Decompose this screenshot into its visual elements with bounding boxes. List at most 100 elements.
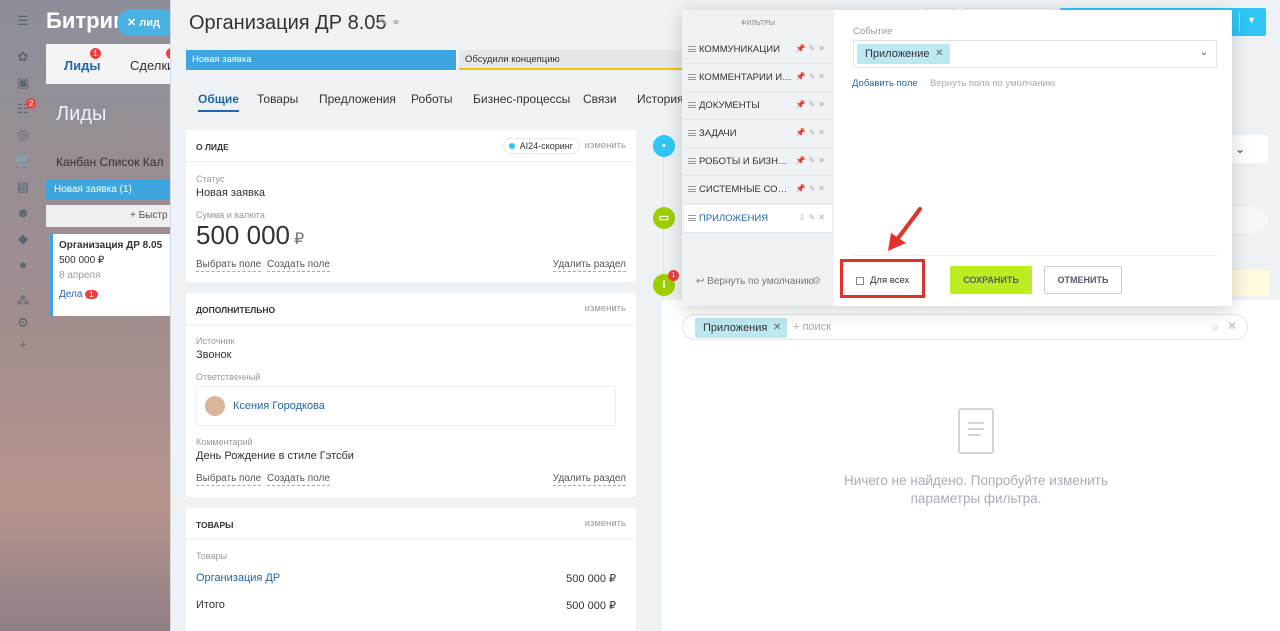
add-field-link[interactable]: Добавить поле [852,78,918,89]
lead-chip-label: лид [139,17,161,29]
filter-item-system[interactable]: Системные событ...📌✎✕ [684,176,832,204]
stage-new[interactable]: Новая заявка [186,50,456,70]
responsible-label: Ответственный [196,372,261,382]
filter-item-tasks[interactable]: Задачи 📌✎✕ [684,120,832,148]
delete-section-link[interactable]: Удалить раздел [552,259,626,272]
pin-edit-close-icons[interactable]: 📌✎✕ [796,72,828,81]
drag-handle-icon[interactable] [688,158,696,164]
plus-icon[interactable]: + [14,336,32,354]
event-field-label: Событие [853,26,893,37]
responsible-box[interactable]: Ксения Городкова [196,386,616,426]
cart-icon[interactable]: 🛒 [14,152,32,170]
filter-item-label: Комментарии и о... [699,72,793,83]
create-field-link[interactable]: Создать поле [267,259,330,272]
inbox-icon[interactable]: ▣ [14,74,32,92]
tab-links[interactable]: Связи [583,92,617,106]
filter-item-documents[interactable]: Документы 📌✎✕ [684,92,832,120]
contact-card-icon[interactable]: ▤ [14,178,32,196]
drag-handle-icon[interactable] [688,46,696,52]
target-icon[interactable]: ◎ [14,126,32,144]
puzzle-icon[interactable]: ✿ [14,48,32,66]
info-badge: 1 [668,270,679,281]
products-edit-link[interactable]: изменить [585,518,626,529]
cancel-button[interactable]: Отменить [1044,266,1122,294]
chevron-circle-icon[interactable]: ● [14,256,32,274]
chat-icon[interactable]: ▪ [653,135,675,157]
pin-edit-close-icons[interactable]: 📌✎✕ [796,100,828,109]
lead-chip[interactable]: ✕ лид [117,10,177,36]
event-select[interactable]: Приложение ✕ ⌄ [853,40,1217,68]
empty-state-text: Ничего не найдено. Попробуйте изменить п… [843,473,1109,506]
robot-icon[interactable]: ☻ [14,204,32,222]
page-title: Организация ДР 8.05 [189,12,387,34]
bg-lead-card[interactable]: Организация ДР 8.05 500 000 ₽ 8 апреля Д… [50,234,180,316]
tab-products[interactable]: Товары [257,92,298,106]
tab-robots[interactable]: Роботы [411,92,453,106]
pin-edit-close-icons[interactable]: 📌✎✕ [796,128,828,137]
drag-handle-icon[interactable] [688,130,696,136]
tab-bizproc[interactable]: Бизнес-процессы [473,92,570,106]
pin-edit-close-icons[interactable]: 📌✎✕ [796,184,828,193]
reset-default-link[interactable]: ↩ Вернуть по умолчанию [696,276,814,287]
about-section: О лиде AI24-скоринг изменить Статус Нова… [186,130,636,282]
stage-concept[interactable]: Обсудили концепцию [459,50,689,70]
comment-value: День Рождение в стиле Гэтсби [196,450,354,462]
about-edit-link[interactable]: изменить [585,140,626,151]
background-app: ☰ ✿ ▣ ☷ 2 ◎ 🛒 ▤ ☻ ◆ ● ⁂ ⚙ + Битрикс ✕ ли… [0,0,180,631]
filter-item-robots[interactable]: Роботы и бизнес-... 📌✎✕ [684,148,832,176]
bg-card-deals[interactable]: Дела [59,289,82,300]
timeline-search[interactable]: Приложения ✕ + поиск ⌕ ✕ [682,314,1248,340]
gear-icon[interactable]: ⚙ [14,314,32,332]
chip-close-icon[interactable]: ✕ [935,44,943,64]
extra-edit-link[interactable]: изменить [585,303,626,314]
responsible-name[interactable]: Ксения Городкова [233,400,325,412]
tab-offers[interactable]: Предложения [319,92,396,106]
source-value: Звонок [196,349,232,361]
caret-down-icon[interactable]: ▼ [1247,15,1256,25]
chevron-down-icon[interactable]: ⌄ [1200,47,1208,58]
filter-heading: Фильтры [741,20,775,27]
drag-handle-icon[interactable] [688,215,696,221]
bg-tab-leads[interactable]: Лиды [64,58,100,73]
choose-field-link[interactable]: Выбрать поле [196,473,262,486]
pin-edit-close-icons[interactable]: 📌✎✕ [796,156,828,165]
pencil-icon[interactable]: ✎ ⚭ [379,16,401,29]
choose-field-link[interactable]: Выбрать поле [196,259,262,272]
pin-edit-close-icons[interactable]: ⇩✎✕ [799,213,828,222]
menu-icon[interactable]: ☰ [14,12,32,30]
product-link[interactable]: Организация ДР [196,572,280,584]
ai-scoring-label: AI24-скоринг [519,141,573,151]
chip-close-icon[interactable]: ✕ [773,318,781,338]
save-button[interactable]: Сохранить [950,266,1032,294]
bg-view-switch[interactable]: Канбан Список Кал [56,155,163,169]
search-filter-chip[interactable]: Приложения ✕ [695,318,788,338]
status-label: Статус [196,174,225,184]
divider [853,255,1217,256]
search-input[interactable]: + поиск [793,321,831,333]
filter-item-communications[interactable]: Коммуникации 📌✎✕ [684,36,832,64]
search-icon[interactable]: ⌕ [1212,320,1219,335]
bg-card-sum: 500 000 ₽ [59,255,105,266]
restore-fields-link[interactable]: Вернуть поля по умолчанию [930,78,1055,89]
gear-icon[interactable]: ⚙ [812,276,821,287]
filter-item-comments[interactable]: Комментарии и о... 📌✎✕ [684,64,832,92]
filter-item-apps[interactable]: Приложения ⇩✎✕ [684,205,832,233]
comment-icon[interactable]: ▭ [653,207,675,229]
tab-history[interactable]: История [637,92,684,106]
drag-handle-icon[interactable] [688,74,696,80]
pin-edit-close-icons[interactable]: 📌✎✕ [796,44,828,53]
event-chip[interactable]: Приложение ✕ [857,44,950,64]
bg-quick-add[interactable]: + Быстр [46,205,180,227]
create-field-link[interactable]: Создать поле [267,473,330,486]
bg-tab-leads-badge: 1 [90,48,101,59]
tab-general[interactable]: Общие [198,92,239,112]
drag-handle-icon[interactable] [688,186,696,192]
ai-scoring-chip[interactable]: AI24-скоринг [502,138,580,154]
bg-tab-deals[interactable]: Сделки [130,58,174,73]
ai-icon [508,143,515,149]
drag-handle-icon[interactable] [688,102,696,108]
close-icon[interactable]: ✕ [1227,319,1237,333]
box-icon[interactable]: ◆ [14,230,32,248]
delete-section-link[interactable]: Удалить раздел [552,473,626,486]
sitemap-icon[interactable]: ⁂ [14,292,32,310]
